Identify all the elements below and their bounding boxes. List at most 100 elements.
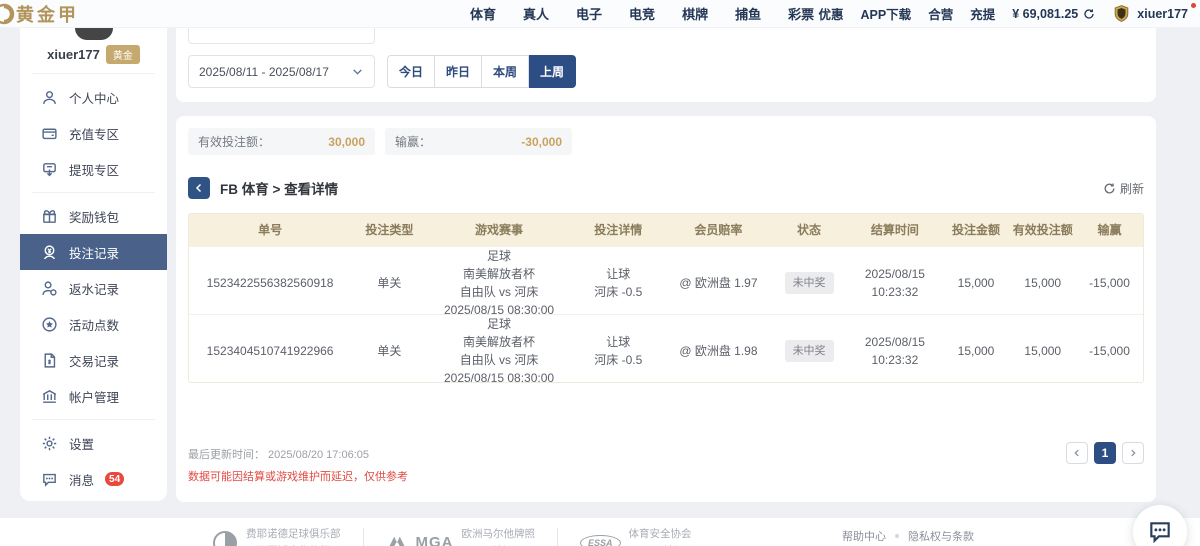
sidebar-item-label: 个人中心 bbox=[69, 88, 119, 107]
vip-level-badge: 黄金 bbox=[106, 45, 140, 64]
refresh-balance-icon[interactable] bbox=[1083, 8, 1095, 20]
customer-service-fab[interactable] bbox=[1133, 505, 1187, 546]
partner-name: 体育安全协会 bbox=[629, 528, 692, 540]
nav-sports[interactable]: 体育 bbox=[470, 4, 496, 23]
odds: @ 欧洲盘 1.98 bbox=[679, 342, 757, 360]
col-order-no: 单号 bbox=[189, 214, 351, 246]
period-last-week-button[interactable]: 上周 bbox=[529, 55, 576, 88]
winloss: -15,000 bbox=[1089, 274, 1130, 292]
prev-page-button[interactable] bbox=[1066, 442, 1088, 464]
feyenoord-logo-icon bbox=[212, 530, 238, 546]
bet-type: 单关 bbox=[377, 342, 401, 360]
sidebar-item-deposit[interactable]: 充值专区 bbox=[20, 115, 167, 151]
main-nav: 体育 真人 电子 电竞 棋牌 捕鱼 彩票 bbox=[470, 4, 814, 23]
valid-amount: 15,000 bbox=[1024, 274, 1061, 292]
nav-lottery[interactable]: 彩票 bbox=[788, 4, 814, 23]
chevron-left-icon bbox=[193, 182, 205, 194]
nav-live[interactable]: 真人 bbox=[523, 4, 549, 23]
sidebar-item-label: 设置 bbox=[69, 434, 94, 453]
user-avatar bbox=[75, 28, 113, 40]
logo-text: 黄金甲 bbox=[16, 1, 79, 27]
sidebar-item-personal-center[interactable]: 个人中心 bbox=[20, 79, 167, 115]
balance-display[interactable]: ¥ 69,081.25 bbox=[1012, 7, 1095, 21]
partner-name: 费耶诺德足球俱乐部 bbox=[246, 528, 341, 540]
col-status: 状态 bbox=[771, 214, 847, 246]
sidebar-item-account-management[interactable]: 帐户管理 bbox=[20, 378, 167, 414]
partner-mga: MGA 欧洲马尔他牌照 (MGA)认证 bbox=[386, 526, 536, 546]
detail-cell: 让球 河床 -0.5 bbox=[571, 247, 666, 319]
settle-time-cell: 2025/08/15 10:23:32 bbox=[847, 247, 942, 319]
wallet-icon bbox=[41, 125, 58, 142]
col-detail: 投注详情 bbox=[571, 214, 666, 246]
winloss: -15,000 bbox=[1089, 342, 1130, 360]
filter-card: 2025/08/11 - 2025/08/17 今日 昨日 本周 上周 bbox=[176, 28, 1156, 102]
privacy-terms-link[interactable]: 隐私权与条款 bbox=[908, 528, 974, 544]
sidebar-item-reward-wallet[interactable]: 奖励钱包 bbox=[20, 198, 167, 234]
page-number-button[interactable]: 1 bbox=[1094, 442, 1116, 464]
divider bbox=[32, 192, 155, 193]
user-icon bbox=[41, 89, 58, 106]
section-header: FB 体育 > 查看详情 刷新 bbox=[188, 177, 1144, 199]
detail-cell: 让球 河床 -0.5 bbox=[571, 315, 666, 383]
partner-logos: 费耶诺德足球俱乐部 亚洲区域合作伙伴 MGA 欧洲马尔他牌照 (MGA)认证 E… bbox=[0, 518, 1200, 546]
sidebar-item-rebate-records[interactable]: 返水记录 bbox=[20, 270, 167, 306]
back-button[interactable] bbox=[188, 177, 210, 199]
link-app-download[interactable]: APP下载 bbox=[860, 4, 911, 23]
date-range-select[interactable]: 2025/08/11 - 2025/08/17 bbox=[188, 55, 375, 88]
partner-feyenoord: 费耶诺德足球俱乐部 亚洲区域合作伙伴 bbox=[212, 526, 341, 546]
bet-record-icon bbox=[41, 244, 58, 261]
refresh-button[interactable]: 刷新 bbox=[1103, 180, 1144, 197]
bet-type: 单关 bbox=[377, 274, 401, 292]
top-right-nav: 优惠 APP下载 合营 充提 ¥ 69,081.25 xiuer177 bbox=[818, 4, 1200, 23]
nav-cards[interactable]: 棋牌 bbox=[682, 4, 708, 23]
winloss-value: -30,000 bbox=[521, 135, 562, 149]
period-yesterday-button[interactable]: 昨日 bbox=[435, 55, 482, 88]
game-select-partial[interactable] bbox=[188, 28, 375, 44]
bet-amount: 15,000 bbox=[958, 342, 995, 360]
balance-amount: ¥ 69,081.25 bbox=[1012, 7, 1078, 21]
chevron-left-icon bbox=[1072, 448, 1082, 458]
period-this-week-button[interactable]: 本周 bbox=[482, 55, 529, 88]
sidebar-item-bet-records[interactable]: 投注记录 bbox=[20, 234, 167, 270]
link-affiliate[interactable]: 合营 bbox=[928, 4, 953, 23]
sidebar-item-label: 消息 bbox=[69, 470, 94, 489]
help-center-link[interactable]: 帮助中心 bbox=[842, 528, 886, 544]
link-deposit-withdraw[interactable]: 充提 bbox=[970, 4, 995, 23]
sidebar-item-settings[interactable]: 设置 bbox=[20, 425, 167, 461]
nav-slots[interactable]: 电子 bbox=[576, 4, 602, 23]
valid-bet-summary: 有效投注额： 30,000 bbox=[188, 128, 375, 155]
event-cell: 足球 南美解放者杯 自由队 vs 河床 2025/08/15 08:30:00 bbox=[427, 315, 570, 383]
sidebar-item-activity-points[interactable]: 活动点数 bbox=[20, 306, 167, 342]
sidebar-item-messages[interactable]: 消息 54 bbox=[20, 461, 167, 497]
valid-amount: 15,000 bbox=[1024, 342, 1061, 360]
message-bubble-icon bbox=[41, 471, 58, 488]
next-page-button[interactable] bbox=[1122, 442, 1144, 464]
nav-esports[interactable]: 电竞 bbox=[629, 4, 655, 23]
link-promotions[interactable]: 优惠 bbox=[818, 4, 843, 23]
nav-fishing[interactable]: 捕鱼 bbox=[735, 4, 761, 23]
top-bar: 黄金甲 体育 真人 电子 电竞 棋牌 捕鱼 彩票 优惠 APP下载 合营 充提 … bbox=[0, 0, 1200, 28]
sidebar-item-label: 返水记录 bbox=[69, 279, 119, 298]
event-cell: 足球 南美解放者杯 自由队 vs 河床 2025/08/15 08:30:00 bbox=[427, 247, 570, 319]
withdraw-icon bbox=[41, 161, 58, 178]
transaction-doc-icon bbox=[41, 352, 58, 369]
chat-bubble-icon bbox=[1147, 519, 1173, 545]
site-logo[interactable]: 黄金甲 bbox=[0, 1, 79, 27]
sidebar-item-withdraw[interactable]: 提现专区 bbox=[20, 151, 167, 187]
period-today-button[interactable]: 今日 bbox=[387, 55, 435, 88]
notification-dot bbox=[1191, 3, 1196, 8]
col-odds: 会员赔率 bbox=[666, 214, 771, 246]
winloss-label: 输赢： bbox=[395, 133, 431, 150]
sidebar-user-row: xiuer177 黄金 bbox=[20, 40, 167, 68]
period-button-group: 今日 昨日 本周 上周 bbox=[387, 55, 576, 88]
gift-icon bbox=[41, 208, 58, 225]
user-menu[interactable]: xiuer177 bbox=[1112, 4, 1188, 23]
bet-records-table: 单号 投注类型 游戏赛事 投注详情 会员赔率 状态 结算时间 投注金额 有效投注… bbox=[188, 213, 1144, 383]
sidebar-item-label: 活动点数 bbox=[69, 315, 119, 334]
sidebar-item-transaction-records[interactable]: 交易记录 bbox=[20, 342, 167, 378]
status-badge: 未中奖 bbox=[785, 272, 834, 295]
date-range-value: 2025/08/11 - 2025/08/17 bbox=[199, 65, 329, 79]
status-badge: 未中奖 bbox=[785, 340, 834, 363]
chevron-right-icon bbox=[1128, 448, 1138, 458]
star-circle-icon bbox=[41, 316, 58, 333]
